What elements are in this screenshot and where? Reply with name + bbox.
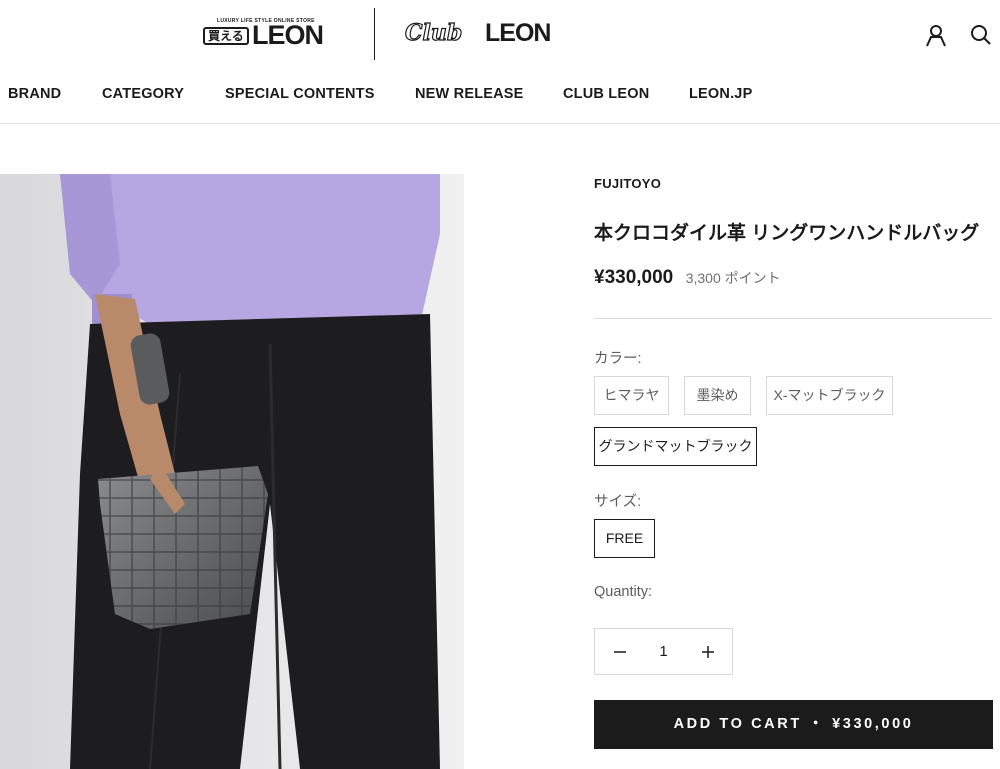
logo-main-text: LEON	[252, 20, 324, 50]
nav-item-category[interactable]: CATEGORY	[102, 82, 184, 106]
size-option-free[interactable]: FREE	[594, 519, 655, 558]
plus-icon[interactable]	[686, 629, 732, 674]
club-leon-logo[interactable]: Club LEON	[404, 19, 575, 50]
product-brand[interactable]: FUJITOYO	[594, 176, 661, 191]
color-option-x-matte-black[interactable]: X-マットブラック	[766, 376, 893, 415]
nav-item-special-contents[interactable]: SPECIAL CONTENTS	[225, 82, 375, 106]
add-to-cart-button[interactable]: ADD TO CART ・ ¥330,000	[594, 700, 993, 749]
club-leon-text: LEON	[485, 19, 551, 47]
kaeru-leon-logo[interactable]: LUXURY LIFE STYLE ONLINE STORE 買える LEON	[200, 18, 340, 58]
site-header: LUXURY LIFE STYLE ONLINE STORE 買える LEON …	[0, 0, 1000, 124]
color-label: カラー:	[594, 351, 642, 367]
quantity-stepper: 1	[594, 628, 733, 675]
search-icon[interactable]	[968, 22, 994, 48]
size-label: サイズ:	[594, 494, 642, 510]
nav-item-club-leon[interactable]: CLUB LEON	[563, 82, 649, 106]
club-script-text: Club	[404, 19, 463, 46]
product-price: ¥330,000	[594, 267, 674, 288]
account-icon[interactable]	[923, 22, 949, 48]
logo-box-text: 買える	[203, 27, 249, 45]
color-option-himalaya[interactable]: ヒマラヤ	[594, 376, 669, 415]
product-title: 本クロコダイル革 リングワンハンドルバッグ	[594, 223, 980, 244]
product-image[interactable]	[0, 174, 464, 769]
nav-item-new-release[interactable]: NEW RELEASE	[415, 82, 524, 106]
logo-divider	[374, 8, 375, 60]
color-option-sumizome[interactable]: 墨染め	[684, 376, 751, 415]
price-row: ¥330,000 3,300 ポイント	[594, 267, 781, 289]
reward-points: 3,300 ポイント	[685, 270, 781, 286]
minus-icon[interactable]	[595, 629, 641, 674]
divider	[594, 318, 992, 319]
quantity-label: Quantity:	[594, 584, 653, 600]
color-option-grand-matte-black[interactable]: グランドマットブラック	[594, 427, 757, 466]
nav-item-brand[interactable]: BRAND	[8, 82, 61, 106]
nav-item-leon-jp[interactable]: LEON.JP	[689, 82, 752, 106]
quantity-value[interactable]: 1	[641, 629, 686, 674]
